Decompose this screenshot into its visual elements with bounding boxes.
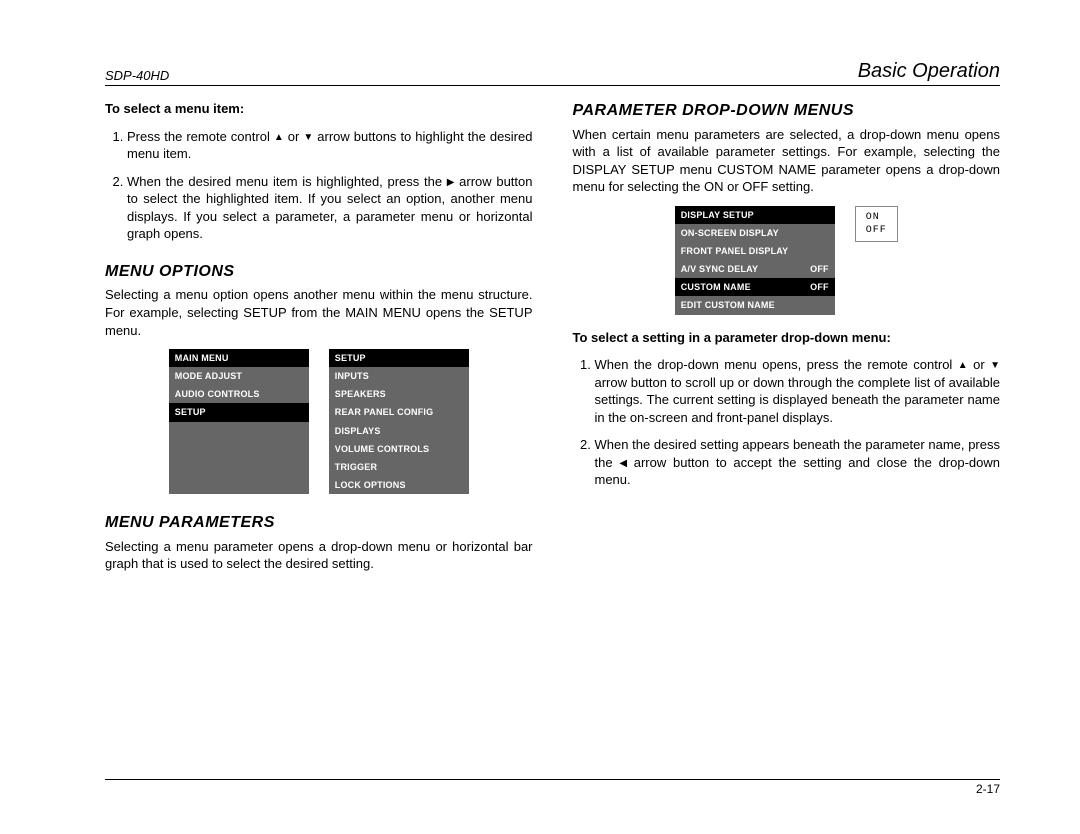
- osd-item: EDIT CUSTOM NAME: [675, 296, 835, 314]
- osd-main-menu: MAIN MENU MODE ADJUST AUDIO CONTROLS SET…: [169, 349, 309, 494]
- osd-display-setup: DISPLAY SETUP ON-SCREEN DISPLAY FRONT PA…: [675, 206, 835, 315]
- osd-item: DISPLAYS: [329, 422, 469, 440]
- menu-parameters-heading: MENU PARAMETERS: [105, 512, 533, 534]
- osd-title: MAIN MENU: [169, 349, 309, 367]
- osd-item: REAR PANEL CONFIG: [329, 403, 469, 421]
- menu-parameters-para: Selecting a menu parameter opens a drop-…: [105, 538, 533, 573]
- osd-title: SETUP: [329, 349, 469, 367]
- up-arrow-icon: ▲: [274, 131, 284, 145]
- page-footer: 2-17: [105, 779, 1000, 796]
- header-section: Basic Operation: [858, 60, 1000, 83]
- dd-step-2: When the desired setting appears beneath…: [595, 436, 1001, 489]
- manual-page: SDP-40HD Basic Operation To select a men…: [0, 0, 1080, 834]
- menu-options-figure: MAIN MENU MODE ADJUST AUDIO CONTROLS SET…: [105, 349, 533, 494]
- down-arrow-icon: ▼: [303, 131, 313, 145]
- osd-item: MODE ADJUST: [169, 367, 309, 385]
- select-menu-item-heading: To select a menu item:: [105, 100, 533, 118]
- dropdown-select-steps: When the drop-down menu opens, press the…: [573, 356, 1001, 489]
- menu-options-para: Selecting a menu option opens another me…: [105, 286, 533, 339]
- osd-item: LOCK OPTIONS: [329, 476, 469, 494]
- down-arrow-icon: ▼: [990, 359, 1000, 373]
- osd-item: ON-SCREEN DISPLAY: [675, 224, 835, 242]
- osd-item: AUDIO CONTROLS: [169, 385, 309, 403]
- osd-item: TRIGGER: [329, 458, 469, 476]
- dropdown-option: ON: [866, 211, 887, 224]
- left-arrow-icon: ◀: [619, 457, 627, 471]
- right-arrow-icon: ▶: [447, 176, 455, 190]
- running-head: SDP-40HD Basic Operation: [105, 60, 1000, 86]
- osd-item: FRONT PANEL DISPLAY: [675, 242, 835, 260]
- step-1: Press the remote control ▲ or ▼ arrow bu…: [127, 128, 533, 163]
- dropdown-figure: DISPLAY SETUP ON-SCREEN DISPLAY FRONT PA…: [573, 206, 1001, 315]
- osd-title: DISPLAY SETUP: [675, 206, 835, 224]
- select-menu-item-steps: Press the remote control ▲ or ▼ arrow bu…: [105, 128, 533, 243]
- osd-item: SPEAKERS: [329, 385, 469, 403]
- two-column-body: To select a menu item: Press the remote …: [105, 100, 1000, 583]
- menu-options-heading: MENU OPTIONS: [105, 261, 533, 283]
- osd-item: A/V SYNC DELAYOFF: [675, 260, 835, 278]
- dd-step-1: When the drop-down menu opens, press the…: [595, 356, 1001, 426]
- dropdown-para: When certain menu parameters are selecte…: [573, 126, 1001, 196]
- osd-item-highlighted: SETUP: [169, 403, 309, 421]
- osd-item: VOLUME CONTROLS: [329, 440, 469, 458]
- dropdown-heading: PARAMETER DROP-DOWN MENUS: [573, 100, 1001, 122]
- page-number: 2-17: [976, 782, 1000, 796]
- dropdown-option: OFF: [866, 224, 887, 237]
- osd-item-highlighted: CUSTOM NAMEOFF: [675, 278, 835, 296]
- header-model: SDP-40HD: [105, 68, 169, 83]
- dropdown-select-heading: To select a setting in a parameter drop-…: [573, 329, 1001, 347]
- step-2: When the desired menu item is highlighte…: [127, 173, 533, 243]
- osd-setup-menu: SETUP INPUTS SPEAKERS REAR PANEL CONFIG …: [329, 349, 469, 494]
- right-column: PARAMETER DROP-DOWN MENUS When certain m…: [573, 100, 1001, 583]
- osd-item: INPUTS: [329, 367, 469, 385]
- up-arrow-icon: ▲: [958, 359, 968, 373]
- left-column: To select a menu item: Press the remote …: [105, 100, 533, 583]
- dropdown-options-box: ON OFF: [855, 206, 898, 242]
